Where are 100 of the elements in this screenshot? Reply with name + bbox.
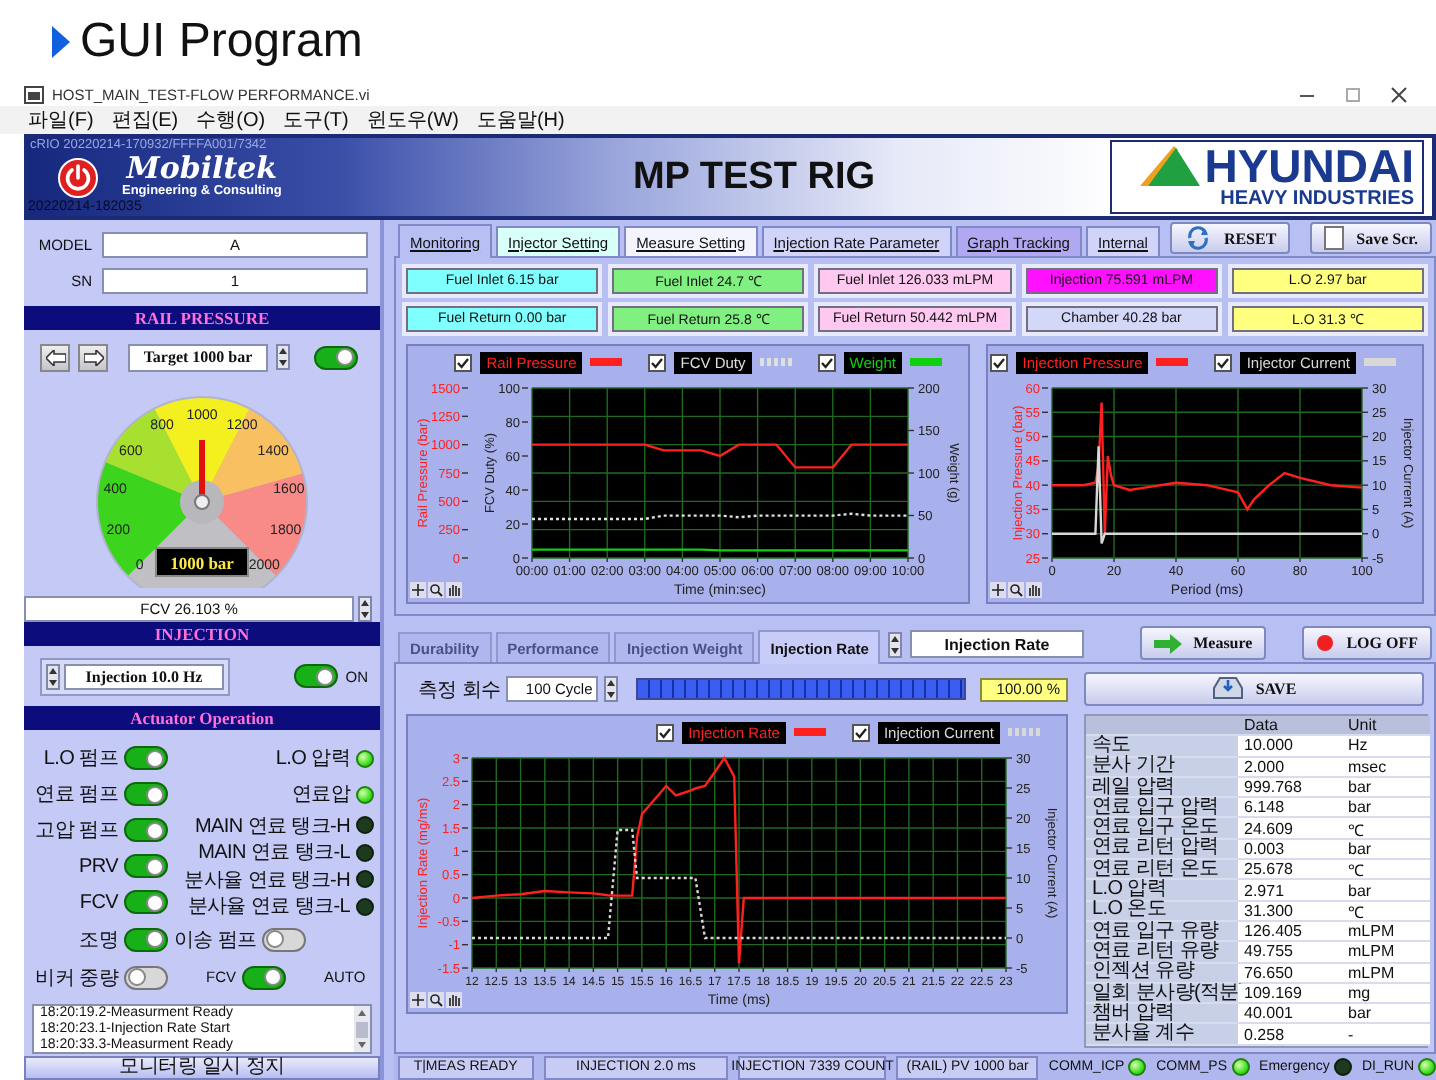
- toggle-switch[interactable]: [314, 345, 358, 369]
- spin-button[interactable]: [276, 344, 290, 370]
- page-heading: GUI Program: [80, 14, 363, 70]
- bullet-icon: [52, 26, 70, 58]
- table-cell: 999.768: [1238, 777, 1342, 799]
- switch-label: 비커 중량: [35, 965, 118, 991]
- row-label: 인젝션 유량: [1086, 963, 1238, 984]
- table-cell: 126.405: [1238, 921, 1342, 943]
- brand-subtitle: HEAVY INDUSTRIES: [1220, 188, 1414, 210]
- numeric-field[interactable]: Target 1000 bar: [128, 343, 268, 371]
- row-label: 연료 리턴 유량: [1086, 942, 1238, 964]
- toggle-switch[interactable]: [242, 965, 286, 989]
- toggle-switch[interactable]: [262, 927, 307, 951]
- table-cell: 24.609: [1238, 818, 1342, 840]
- toggle-switch[interactable]: [124, 854, 168, 878]
- gauge-readout: 1000 bar: [155, 547, 249, 577]
- lamp-label: MAIN 연료 탱크-L: [198, 840, 350, 867]
- toggle-switch[interactable]: [293, 664, 338, 688]
- window-icon: [24, 86, 44, 104]
- arrow-button[interactable]: [40, 343, 70, 371]
- row-label: 레일 압력: [1086, 777, 1238, 799]
- lamp-label: MAIN 연료 탱크-H: [194, 813, 350, 840]
- menu-item[interactable]: 윈도우(W): [366, 106, 459, 134]
- lamp-label: 분사율 연료 탱크-H: [184, 867, 350, 894]
- lamp-label: L.O 압력: [275, 746, 350, 772]
- table-cell: mLPM: [1342, 942, 1430, 964]
- switch-label: 이송 펌프: [174, 927, 257, 953]
- spin-button[interactable]: [46, 663, 60, 689]
- table-cell: 25.678: [1238, 860, 1342, 881]
- arrow-button[interactable]: [78, 343, 108, 371]
- switch-label: FCV: [79, 891, 118, 913]
- toggle-switch[interactable]: [124, 746, 168, 770]
- log-off-button[interactable]: LOG OFF: [1302, 626, 1432, 660]
- crosshair-icon[interactable]: [410, 992, 426, 1008]
- checkbox[interactable]: [990, 353, 1009, 371]
- row-label: 연료 리턴 온도: [1086, 860, 1238, 881]
- zoom-icon[interactable]: [1008, 582, 1024, 598]
- mode-field[interactable]: Injection Rate: [910, 630, 1084, 658]
- table-cell: 2.000: [1238, 757, 1342, 778]
- field-label: 측정 회수: [418, 677, 501, 703]
- checkbox[interactable]: [648, 353, 667, 371]
- spin-button[interactable]: [604, 676, 619, 702]
- right-arrow-icon: [83, 349, 103, 365]
- switch-label: L.O 펌프: [43, 746, 118, 772]
- menu-item[interactable]: 도움말(H): [476, 106, 565, 134]
- spin-button[interactable]: [888, 632, 903, 658]
- switch-label: PRV: [79, 855, 118, 877]
- row-label: 연료 입구 온도: [1086, 818, 1238, 840]
- table-cell: 109.169: [1238, 983, 1342, 1005]
- menu-item[interactable]: 편집(E): [111, 106, 179, 134]
- table-cell: bar: [1342, 880, 1430, 902]
- zoom-icon[interactable]: [428, 582, 444, 598]
- table-cell: msec: [1342, 757, 1430, 778]
- row-label: 연료 입구 유량: [1086, 921, 1238, 943]
- crosshair-icon[interactable]: [990, 582, 1006, 598]
- tray-icon: [1211, 676, 1244, 700]
- row-label: 분사율 계수: [1086, 1024, 1238, 1046]
- checkbox[interactable]: [454, 353, 473, 371]
- table-cell: mg: [1342, 983, 1430, 1005]
- table-cell: 40.001: [1238, 1004, 1342, 1025]
- toggle-switch[interactable]: [124, 818, 168, 842]
- column-header: Data: [1238, 716, 1342, 737]
- table-cell: 6.148: [1238, 798, 1342, 819]
- table-cell: Hz: [1342, 736, 1430, 758]
- table-cell: 0.003: [1238, 839, 1342, 861]
- company-logo: Mobiltek: [126, 154, 278, 184]
- table-cell: 0.258: [1238, 1024, 1342, 1046]
- app-title: MP TEST RIG: [632, 155, 876, 199]
- row-label: 연료 리턴 압력: [1086, 839, 1238, 861]
- section-header: INJECTION: [24, 622, 380, 646]
- checkbox[interactable]: [1214, 353, 1233, 371]
- checkbox[interactable]: [656, 723, 675, 741]
- checkbox[interactable]: [851, 723, 870, 741]
- measure-button[interactable]: Measure: [1139, 626, 1267, 660]
- menu-item[interactable]: 수행(O): [196, 106, 266, 134]
- toggle-switch[interactable]: [124, 927, 168, 951]
- table-cell: mLPM: [1342, 963, 1430, 984]
- arrow-right-icon: [1153, 633, 1182, 653]
- toggle-switch[interactable]: [124, 782, 168, 806]
- toggle-switch[interactable]: [124, 965, 168, 989]
- save-button[interactable]: SAVE: [1084, 671, 1424, 705]
- switch-label: 고압 펌프: [35, 818, 118, 844]
- brand-name: HYUNDAI: [1204, 144, 1414, 188]
- power-button[interactable]: [58, 157, 98, 197]
- table-cell: bar: [1342, 798, 1430, 819]
- pause-button[interactable]: 모니터링 일시 정지: [24, 1056, 380, 1080]
- reset-button[interactable]: RESET: [1169, 222, 1291, 254]
- numeric-field[interactable]: Injection 10.0 Hz: [64, 663, 224, 689]
- close-icon[interactable]: [1390, 86, 1408, 104]
- document-icon: [1324, 226, 1345, 250]
- menu-item[interactable]: 파일(F): [28, 106, 94, 134]
- checkbox[interactable]: [817, 353, 836, 371]
- zoom-icon[interactable]: [428, 992, 444, 1008]
- toggle-switch[interactable]: [124, 890, 168, 914]
- menu-item[interactable]: 도구(T): [283, 106, 349, 134]
- table-cell: ℃: [1342, 860, 1430, 881]
- section-header: Actuator Operation: [24, 706, 380, 730]
- crosshair-icon[interactable]: [410, 582, 426, 598]
- spin-button[interactable]: [358, 596, 372, 622]
- save-screen-button[interactable]: Save Scr.: [1310, 222, 1432, 254]
